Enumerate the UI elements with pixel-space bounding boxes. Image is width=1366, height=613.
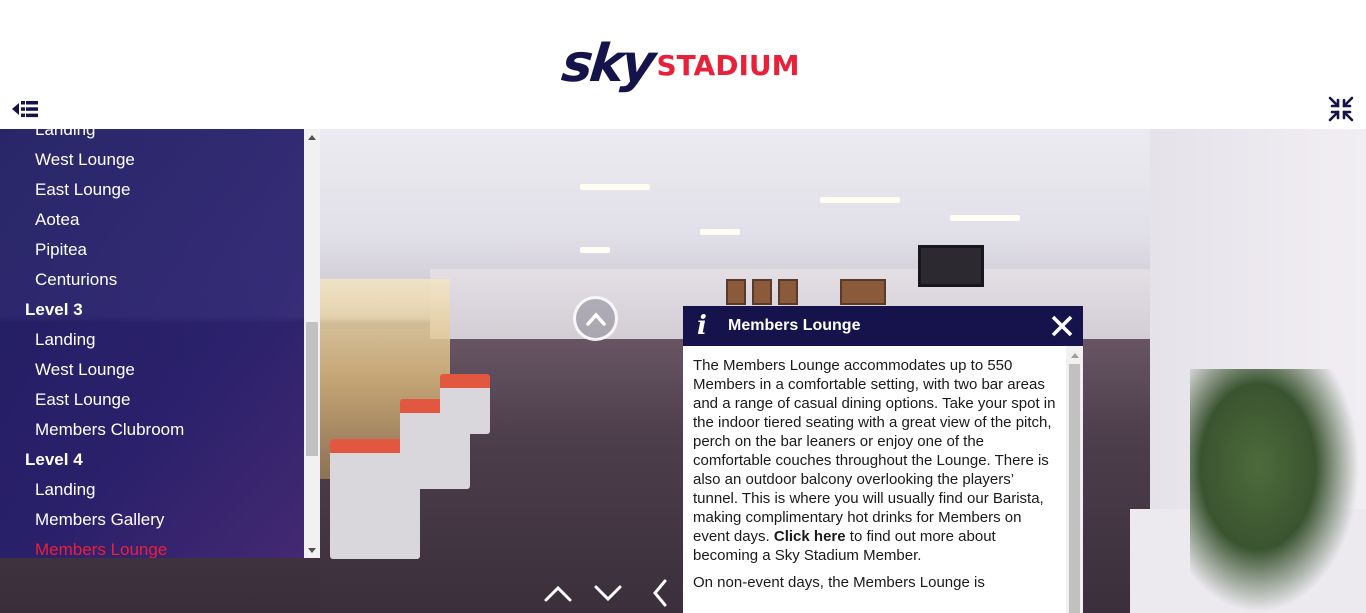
logo-sky-text: sky <box>558 34 656 94</box>
sidebar-item-landing[interactable]: Landing <box>0 475 304 505</box>
ceiling-light <box>700 229 740 235</box>
sidebar-item-west-lounge[interactable]: West Lounge <box>0 145 304 175</box>
sidebar-item-aotea[interactable]: Aotea <box>0 205 304 235</box>
sidebar-item-west-lounge[interactable]: West Lounge <box>0 355 304 385</box>
sidebar-item-landing[interactable]: Landing <box>0 129 304 145</box>
ceiling-light <box>580 247 610 253</box>
scroll-up-arrow-icon[interactable] <box>1066 348 1083 362</box>
sidebar-item-centurions[interactable]: Centurions <box>0 265 304 295</box>
wall-picture <box>752 279 772 305</box>
chevron-down-icon[interactable] <box>593 578 623 608</box>
info-panel-header: i Members Lounge <box>683 306 1083 346</box>
wall-picture <box>778 279 798 305</box>
header: sky STADIUM <box>0 0 1366 129</box>
click-here-link[interactable]: Click here <box>774 528 846 545</box>
info-paragraph: On non-event days, the Members Lounge is <box>693 574 985 591</box>
info-panel: i Members Lounge The Members Lounge acco… <box>683 306 1083 613</box>
ceiling-light <box>580 184 650 190</box>
sidebar-item-pipitea[interactable]: Pipitea <box>0 235 304 265</box>
tour-app: sky STADIUM Landing West Lounge East Lou… <box>0 0 1366 613</box>
plant <box>1190 369 1360 613</box>
scroll-up-arrow-icon[interactable] <box>304 129 320 145</box>
info-panel-body: The Members Lounge accommodates up to 55… <box>693 356 1059 613</box>
scroll-down-arrow-icon[interactable] <box>304 542 320 558</box>
ceiling-light <box>950 215 1020 221</box>
menu-collapse-icon[interactable] <box>10 97 40 121</box>
sidebar-item-members-gallery[interactable]: Members Gallery <box>0 505 304 535</box>
sidebar-item-east-lounge[interactable]: East Lounge <box>0 175 304 205</box>
lounge-seat <box>440 374 490 434</box>
logo-stadium-text: STADIUM <box>656 49 800 82</box>
sidebar-item-members-clubroom[interactable]: Members Clubroom <box>0 415 304 445</box>
sidebar-group-level-3[interactable]: Level 3 <box>0 295 304 325</box>
sidebar-item-east-lounge[interactable]: East Lounge <box>0 385 304 415</box>
sidebar-item-landing[interactable]: Landing <box>0 325 304 355</box>
sidebar-item-members-lounge[interactable]: Members Lounge <box>0 535 304 558</box>
wall-picture <box>726 279 746 305</box>
hotspot-up-arrow-icon[interactable] <box>573 296 618 341</box>
wall-tv <box>918 245 984 287</box>
sidebar-scrollbar[interactable] <box>304 129 320 558</box>
chevron-up-icon[interactable] <box>543 578 573 608</box>
info-icon: i <box>697 311 707 341</box>
chevron-left-icon[interactable] <box>645 578 675 608</box>
info-scrollbar[interactable] <box>1066 346 1083 613</box>
ceiling-light <box>820 197 900 203</box>
sidebar-list: Landing West Lounge East Lounge Aotea Pi… <box>0 129 304 558</box>
exit-fullscreen-icon[interactable] <box>1327 95 1355 123</box>
sidebar-group-level-4[interactable]: Level 4 <box>0 445 304 475</box>
close-icon[interactable] <box>1050 314 1074 338</box>
scroll-thumb[interactable] <box>1069 364 1080 613</box>
info-text: The Members Lounge accommodates up to 55… <box>693 357 1056 545</box>
info-paragraph: The Members Lounge accommodates up to 55… <box>693 356 1059 565</box>
sky-stadium-logo: sky STADIUM <box>558 34 800 94</box>
scroll-thumb[interactable] <box>306 322 318 456</box>
sidebar-menu: Landing West Lounge East Lounge Aotea Pi… <box>0 129 320 558</box>
wall-picture <box>840 279 886 305</box>
info-panel-title: Members Lounge <box>728 317 861 334</box>
